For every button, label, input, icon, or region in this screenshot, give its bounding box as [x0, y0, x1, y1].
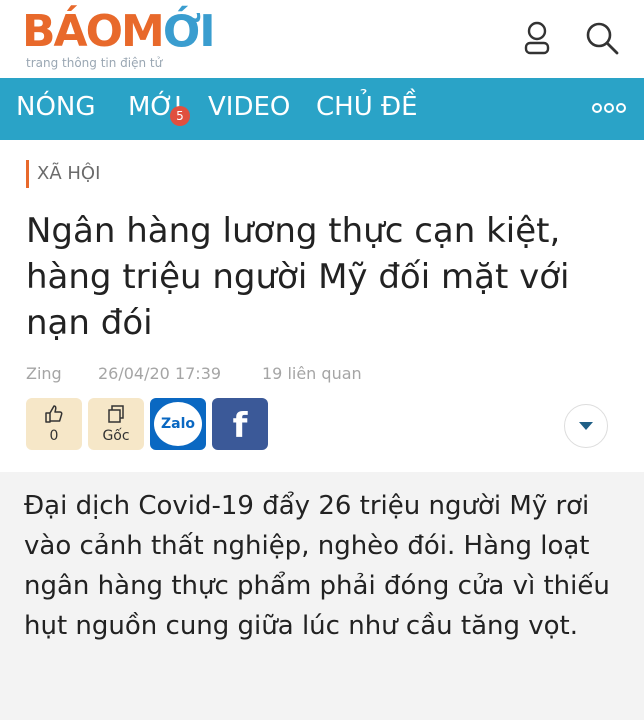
- like-button[interactable]: 0: [26, 398, 82, 450]
- expand-toggle[interactable]: [564, 404, 608, 448]
- related-count[interactable]: 19 liên quan: [262, 364, 362, 384]
- article-category[interactable]: XÃ HỘI: [26, 160, 100, 188]
- search-icon[interactable]: [584, 20, 619, 56]
- caret-down-icon: [579, 422, 593, 430]
- facebook-share-button[interactable]: f: [212, 398, 268, 450]
- like-count: 0: [49, 428, 59, 444]
- zalo-share-button[interactable]: Zalo: [150, 398, 206, 450]
- user-icon[interactable]: [520, 20, 554, 56]
- source-button-label: Gốc: [102, 428, 130, 444]
- article-summary: Đại dịch Covid-19 đẩy 26 triệu người Mỹ …: [24, 491, 610, 641]
- nav-item-video[interactable]: VIDEO: [208, 90, 290, 124]
- site-tagline: trang thông tin điện tử: [26, 56, 163, 70]
- zalo-icon: Zalo: [154, 402, 202, 446]
- article-source[interactable]: Zing: [26, 364, 62, 384]
- nav-item-chu-de[interactable]: CHỦ ĐỀ: [316, 90, 418, 124]
- copy-icon: [108, 405, 124, 423]
- more-dots-icon[interactable]: [592, 100, 626, 119]
- nav-item-nong[interactable]: NÓNG: [16, 90, 96, 124]
- site-logo[interactable]: BÁOMỚI: [22, 6, 216, 58]
- article-datetime: 26/04/20 17:39: [98, 364, 222, 383]
- new-count-badge: 5: [170, 106, 190, 126]
- article-title: Ngân hàng lương thực cạn kiệt, hàng triệ…: [26, 211, 570, 343]
- source-button[interactable]: Gốc: [88, 398, 144, 450]
- thumbs-up-icon: [45, 405, 63, 423]
